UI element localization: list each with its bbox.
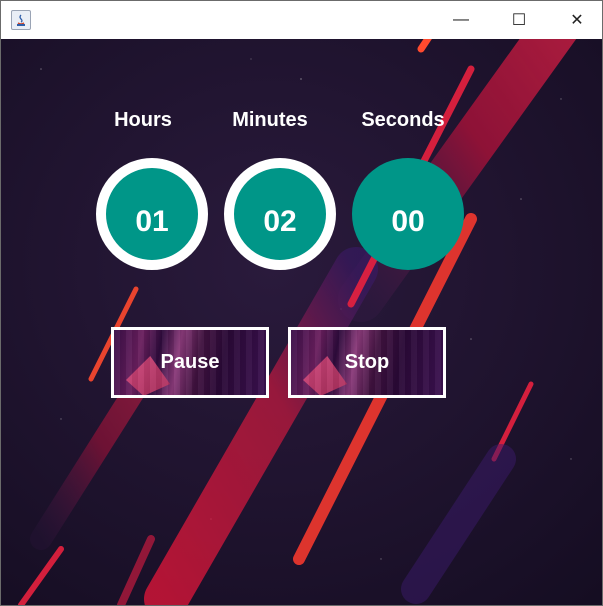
close-icon: ✕ — [570, 12, 584, 29]
pause-button-label: Pause — [160, 351, 220, 373]
minimize-icon: — — [453, 11, 469, 28]
stop-button[interactable]: Stop — [288, 327, 446, 398]
seconds-label: Seconds — [361, 109, 445, 131]
seconds-display: 00 — [352, 158, 464, 270]
seconds-value: 00 — [391, 205, 425, 238]
maximize-icon: ☐ — [511, 12, 527, 29]
hours-display: 01 — [96, 158, 208, 270]
java-app-icon — [11, 10, 31, 30]
minutes-display: 02 — [224, 158, 336, 270]
minimize-button[interactable]: — — [438, 1, 484, 39]
minutes-value: 02 — [263, 205, 297, 238]
minutes-label: Minutes — [232, 109, 308, 131]
title-bar[interactable]: — ☐ ✕ — [1, 1, 602, 39]
hours-label: Hours — [114, 109, 172, 131]
stop-button-label: Stop — [344, 351, 390, 373]
pause-button[interactable]: Pause — [111, 327, 269, 398]
maximize-button[interactable]: ☐ — [496, 1, 542, 39]
timer-panel: Hours Minutes Seconds 01 02 00 Pause Sto… — [1, 39, 602, 605]
hours-value: 01 — [135, 205, 169, 238]
app-window: — ☐ ✕ Hours Minutes Seconds 01 02 00 Pau… — [0, 0, 603, 606]
close-button[interactable]: ✕ — [554, 1, 600, 39]
